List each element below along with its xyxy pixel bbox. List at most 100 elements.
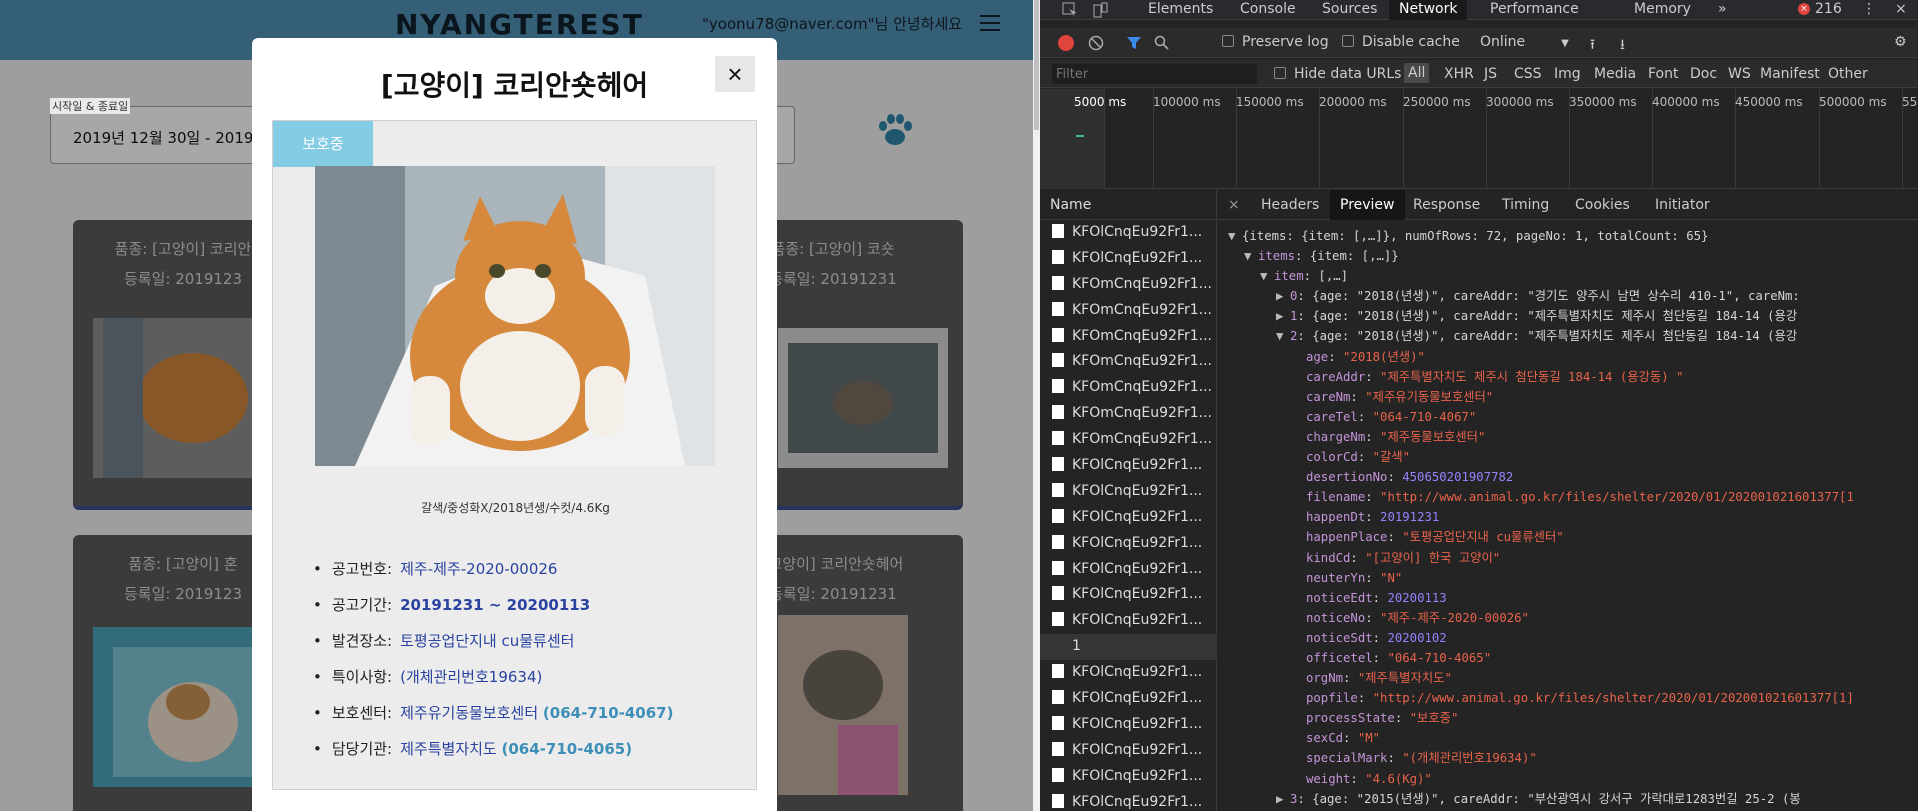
request-row[interactable]: KFOlCnqEu92Fr1...	[1040, 738, 1217, 764]
json-line[interactable]: ▼ items: {item: [,…]}	[1228, 246, 1918, 266]
close-button[interactable]: ×	[715, 56, 755, 92]
expand-icon[interactable]: ▶	[1276, 286, 1290, 306]
request-name: KFOlCnqEu92Fr1...	[1072, 457, 1203, 474]
filter-type-xhr[interactable]: XHR	[1444, 66, 1474, 82]
json-line: desertionNo: 450650201907782	[1306, 470, 1514, 485]
file-icon	[1052, 690, 1064, 705]
tab-timing[interactable]: Timing	[1502, 190, 1549, 220]
more-options-icon[interactable]: ⋮	[1862, 0, 1876, 20]
request-row[interactable]: KFOlCnqEu92Fr1...	[1040, 479, 1217, 505]
tab-response[interactable]: Response	[1413, 190, 1480, 220]
tab-memory[interactable]: Memory	[1634, 0, 1691, 20]
clear-icon[interactable]	[1088, 35, 1104, 51]
close-detail-icon[interactable]: ×	[1228, 190, 1240, 220]
request-name: KFOlCnqEu92Fr1...	[1072, 715, 1203, 732]
collapse-icon[interactable]: ▼	[1260, 266, 1274, 286]
file-icon	[1052, 508, 1064, 523]
file-icon	[1052, 405, 1064, 420]
filter-type-all[interactable]: All	[1404, 63, 1430, 83]
json-line[interactable]: ▶ 0: {age: "2018(년생)", careAddr: "경기도 양주시…	[1228, 286, 1918, 306]
modal-title: [고양이] 코리안숏헤어	[380, 69, 649, 102]
request-row[interactable]: KFOlCnqEu92Fr1...	[1040, 557, 1217, 583]
device-toolbar-icon[interactable]	[1092, 2, 1108, 18]
tab-elements[interactable]: Elements	[1148, 0, 1213, 20]
filter-type-css[interactable]: CSS	[1514, 66, 1542, 82]
shelter-phone[interactable]: (064-710-4067)	[543, 704, 674, 722]
request-row[interactable]: KFOlCnqEu92Fr1...	[1040, 712, 1217, 738]
tab-performance[interactable]: Performance	[1490, 0, 1579, 20]
close-devtools-icon[interactable]: ×	[1895, 0, 1907, 20]
request-row[interactable]: KFOmCnqEu92Fr1...	[1040, 349, 1217, 375]
request-row[interactable]: KFOlCnqEu92Fr1...	[1040, 505, 1217, 531]
request-row[interactable]: KFOmCnqEu92Fr1...	[1040, 401, 1217, 427]
json-line[interactable]: ▶ 3: {age: "2015(년생)", careAddr: "부산광역시 강…	[1228, 789, 1918, 809]
json-line[interactable]: ▶ 1: {age: "2018(년생)", careAddr: "제주특별자치도…	[1228, 306, 1918, 326]
filter-type-media[interactable]: Media	[1594, 66, 1636, 82]
filter-type-other[interactable]: Other	[1828, 66, 1868, 82]
more-tabs-icon[interactable]: »	[1718, 0, 1727, 20]
search-icon[interactable]	[1154, 35, 1170, 51]
request-row[interactable]: KFOmCnqEu92Fr1...	[1040, 375, 1217, 401]
error-count[interactable]: 216	[1815, 0, 1842, 20]
collapse-icon[interactable]: ▼	[1228, 226, 1242, 246]
filter-type-img[interactable]: Img	[1554, 66, 1581, 82]
filter-type-font[interactable]: Font	[1648, 66, 1678, 82]
file-icon	[1052, 638, 1064, 652]
request-row[interactable]: KFOmCnqEu92Fr1...	[1040, 272, 1217, 298]
expand-icon[interactable]: ▶	[1276, 789, 1290, 809]
request-row[interactable]: KFOlCnqEu92Fr1...	[1040, 608, 1217, 634]
network-timeline[interactable]: 5000 ms 100000 ms 150000 ms 200000 ms 25…	[1040, 89, 1918, 189]
tab-sources[interactable]: Sources	[1322, 0, 1377, 20]
request-name-column: Name KFOlCnqEu92Fr1... KFOlCnqEu92Fr1... K…	[1040, 190, 1217, 811]
json-line[interactable]: ▼ item: [,…]	[1228, 266, 1918, 286]
expand-icon[interactable]: ▶	[1276, 306, 1290, 326]
json-line[interactable]: ▼ {items: {item: [,…]}, numOfRows: 72, pa…	[1228, 226, 1918, 246]
tab-preview[interactable]: Preview	[1330, 190, 1405, 220]
tab-cookies[interactable]: Cookies	[1575, 190, 1630, 220]
filter-type-manifest[interactable]: Manifest	[1760, 66, 1820, 82]
collapse-icon[interactable]: ▼	[1276, 326, 1290, 346]
inspect-element-icon[interactable]	[1062, 2, 1078, 18]
name-column-header[interactable]: Name	[1040, 190, 1217, 220]
preserve-log-checkbox[interactable]: Preserve log	[1222, 34, 1329, 50]
timeline-tick: 5000 ms	[1074, 95, 1127, 109]
json-line[interactable]: ▼ 2: {age: "2018(년생)", careAddr: "제주특별자치도…	[1228, 326, 1918, 346]
record-icon[interactable]	[1058, 35, 1074, 51]
tab-console[interactable]: Console	[1240, 0, 1296, 20]
filter-type-ws[interactable]: WS	[1728, 66, 1751, 82]
tab-headers[interactable]: Headers	[1261, 190, 1319, 220]
filter-input[interactable]	[1052, 64, 1257, 84]
request-row[interactable]: KFOmCnqEu92Fr1...	[1040, 298, 1217, 324]
request-row[interactable]: KFOlCnqEu92Fr1...	[1040, 220, 1217, 246]
request-row[interactable]: 1	[1040, 634, 1217, 661]
request-row[interactable]: KFOlCnqEu92Fr1...	[1040, 790, 1217, 811]
tab-network[interactable]: Network	[1389, 0, 1468, 20]
page-scrollbar[interactable]	[1033, 0, 1040, 811]
request-row[interactable]: KFOmCnqEu92Fr1...	[1040, 427, 1217, 453]
info-notice-period: 공고기간:20191231 ~ 20200113	[313, 587, 673, 623]
export-har-icon[interactable]: ⭳	[1620, 34, 1625, 58]
throttling-select[interactable]: Online ▼	[1480, 34, 1569, 50]
filter-icon[interactable]	[1126, 35, 1142, 51]
agency-phone[interactable]: (064-710-4065)	[502, 740, 633, 758]
request-row[interactable]: KFOlCnqEu92Fr1...	[1040, 246, 1217, 272]
import-har-icon[interactable]: ⭱	[1590, 34, 1595, 58]
request-row[interactable]: KFOlCnqEu92Fr1...	[1040, 660, 1217, 686]
collapse-icon[interactable]: ▼	[1244, 246, 1258, 266]
request-row[interactable]: KFOlCnqEu92Fr1...	[1040, 686, 1217, 712]
filter-type-doc[interactable]: Doc	[1690, 66, 1717, 82]
request-row[interactable]: KFOlCnqEu92Fr1...	[1040, 764, 1217, 790]
settings-gear-icon[interactable]: ⚙	[1894, 34, 1907, 50]
filter-type-js[interactable]: JS	[1484, 66, 1497, 82]
hide-data-urls-checkbox[interactable]: Hide data URLs	[1274, 66, 1401, 82]
request-row[interactable]: KFOlCnqEu92Fr1...	[1040, 531, 1217, 557]
request-row[interactable]: KFOlCnqEu92Fr1...	[1040, 453, 1217, 479]
file-icon	[1052, 586, 1064, 601]
request-row[interactable]: KFOmCnqEu92Fr1...	[1040, 324, 1217, 350]
request-row[interactable]: KFOlCnqEu92Fr1...	[1040, 582, 1217, 608]
request-name: KFOlCnqEu92Fr1...	[1072, 767, 1203, 784]
disable-cache-checkbox[interactable]: Disable cache	[1342, 34, 1460, 50]
status-badge: 보호중	[273, 121, 373, 167]
json-line: careNm: "제주유기동물보호센터"	[1306, 389, 1494, 404]
tab-initiator[interactable]: Initiator	[1655, 190, 1710, 220]
